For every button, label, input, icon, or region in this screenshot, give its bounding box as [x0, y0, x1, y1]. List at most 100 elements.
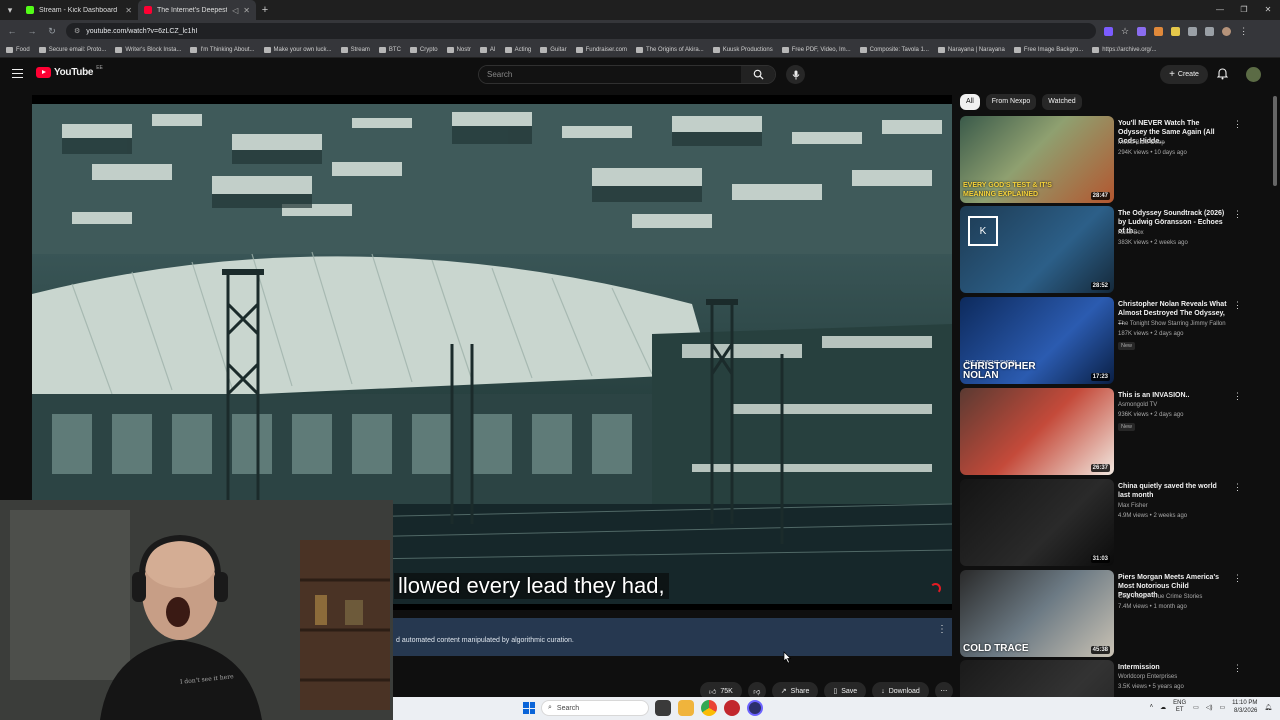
channel-name[interactable]: The Tonight Show Starring Jimmy Fallon [1118, 321, 1226, 327]
bookmark-item[interactable]: Free PDF, Video, Im... [781, 46, 851, 53]
bookmark-item[interactable]: Make your own luck... [263, 46, 332, 53]
bookmark-item[interactable]: Secure email: Proto... [38, 46, 106, 53]
bookmark-item[interactable]: Composite: Tavola 1... [859, 46, 929, 53]
hamburger-menu-icon[interactable] [12, 69, 23, 78]
info-panel-menu-icon[interactable]: ⋮ [937, 624, 947, 635]
close-tab-icon[interactable]: ✕ [125, 6, 132, 15]
video-menu-icon[interactable]: ⋮ [1233, 209, 1242, 220]
search-input[interactable]: Search [479, 66, 741, 83]
bookmark-item[interactable]: Writer's Block Insta... [115, 46, 181, 53]
taskbar-search[interactable]: ⌕ Search [541, 700, 649, 716]
bookmark-item[interactable]: I'm Thinking About... [190, 46, 255, 53]
create-button[interactable]: + Create [1160, 65, 1208, 84]
bookmark-item[interactable]: https://archive.org/... [1092, 46, 1157, 53]
site-info-icon[interactable]: ⚙ [74, 27, 80, 35]
recommended-video[interactable]: 31:03 China quietly saved the world last … [960, 479, 1245, 567]
video-title[interactable]: This is an INVASION.. [1118, 391, 1230, 400]
bookmark-item[interactable]: Nostr [446, 46, 471, 53]
channel-name[interactable]: Kaka Box [1118, 230, 1144, 236]
network-icon[interactable]: ▭ [1193, 704, 1199, 711]
bookmark-item[interactable]: The Origins of Akira... [635, 46, 704, 53]
windows-start-icon[interactable] [523, 702, 535, 714]
bookmark-item[interactable]: Crypto [409, 46, 438, 53]
video-thumbnail[interactable]: COLD TRACE 45:38 [960, 570, 1114, 657]
recommended-video[interactable]: 26:37 This is an INVASION.. Asmongold TV 93… [960, 388, 1245, 476]
browser-menu-icon[interactable]: ⋮ [1239, 26, 1248, 37]
extension-icon[interactable] [1104, 26, 1113, 36]
video-thumbnail[interactable]: THE TONIGHT SHOW CHRISTOPHER NOLAN 17:23 [960, 297, 1114, 384]
recommended-video[interactable]: K 28:52 The Odyssey Soundtrack (2026) by L… [960, 206, 1245, 294]
chip-watched[interactable]: Watched [1042, 94, 1082, 110]
onedrive-icon[interactable]: ☁ [1160, 704, 1166, 711]
voice-search-button[interactable] [786, 65, 805, 84]
minimize-icon[interactable]: — [1208, 0, 1232, 20]
youtube-logo[interactable]: YouTube EE [36, 65, 103, 78]
channel-name[interactable]: Max Fisher [1118, 503, 1148, 509]
extension-icon[interactable] [1137, 26, 1147, 36]
volume-icon[interactable]: ◁) [1206, 704, 1213, 711]
bookmark-item[interactable]: Guitar [540, 46, 567, 53]
recommended-video[interactable]: THE TONIGHT SHOW CHRISTOPHER NOLAN 17:23 Ch… [960, 297, 1245, 385]
video-title[interactable]: Intermission [1118, 663, 1230, 672]
language-indicator[interactable]: ENG ET [1173, 700, 1186, 714]
profile-avatar[interactable] [1222, 26, 1232, 36]
file-explorer-icon[interactable] [678, 700, 694, 716]
battery-icon[interactable]: ▭ [1219, 704, 1225, 711]
maximize-icon[interactable]: ❐ [1232, 0, 1256, 20]
chrome-icon[interactable] [701, 700, 717, 716]
bookmark-item[interactable]: Acting [504, 46, 531, 53]
extension-icon[interactable] [1154, 26, 1164, 36]
channel-name[interactable]: Worldcorp Enterprises [1118, 674, 1177, 680]
channel-name[interactable]: Asmongold TV [1118, 402, 1157, 408]
video-title[interactable]: China quietly saved the world last month [1118, 482, 1230, 500]
video-menu-icon[interactable]: ⋮ [1233, 119, 1242, 130]
chip-all[interactable]: All [960, 94, 980, 110]
channel-name[interactable]: Movie Balls Deep [1118, 140, 1165, 146]
bookmark-item[interactable]: Food [6, 46, 30, 53]
account-avatar[interactable] [1246, 67, 1261, 82]
task-view-icon[interactable] [655, 700, 671, 716]
sidepanel-icon[interactable] [1205, 26, 1215, 36]
recommended-video[interactable]: COLD TRACE 45:38 Piers Morgan Meets Americ… [960, 570, 1245, 658]
recommended-video[interactable]: EVERY GOD'S TEST & IT'S MEANING EXPLAINE… [960, 116, 1245, 204]
tab-youtube-video[interactable]: The Internet's Deepest Rab ◁ ✕ [138, 0, 256, 20]
close-window-icon[interactable]: ✕ [1256, 0, 1280, 20]
bookmark-item[interactable]: AI [479, 46, 496, 53]
video-menu-icon[interactable]: ⋮ [1233, 300, 1242, 311]
extension-icon[interactable] [1171, 26, 1181, 36]
extensions-puzzle-icon[interactable] [1188, 26, 1198, 36]
notification-bell-icon[interactable]: 🔔︎ [1264, 704, 1272, 711]
new-tab-button[interactable]: + [256, 4, 274, 16]
chip-from-channel[interactable]: From Nexpo [985, 94, 1037, 110]
mute-tab-icon[interactable]: ◁ [232, 6, 238, 15]
bookmark-star-icon[interactable]: ☆ [1121, 26, 1129, 37]
video-menu-icon[interactable]: ⋮ [1233, 573, 1242, 584]
notifications-bell-icon[interactable] [1217, 68, 1228, 80]
video-thumbnail[interactable]: EVERY GOD'S TEST & IT'S MEANING EXPLAINE… [960, 116, 1114, 203]
video-menu-icon[interactable]: ⋮ [1233, 391, 1242, 402]
channel-name[interactable]: Cold Trace - True Crime Stories [1118, 594, 1202, 600]
page-scrollbar[interactable] [1273, 96, 1277, 186]
obs-icon[interactable] [747, 700, 763, 716]
bookmark-item[interactable]: BTC [378, 46, 401, 53]
video-thumbnail[interactable]: 26:37 [960, 388, 1114, 475]
video-menu-icon[interactable]: ⋮ [1233, 663, 1242, 674]
close-tab-icon[interactable]: ✕ [243, 6, 250, 15]
back-icon[interactable]: ← [6, 26, 18, 36]
video-thumbnail[interactable]: K 28:52 [960, 206, 1114, 293]
address-bar[interactable]: ⚙ youtube.com/watch?v=6zLCZ_lc1hI [66, 23, 1096, 39]
chevron-up-icon[interactable]: ˄ [1150, 704, 1154, 710]
app-icon[interactable] [724, 700, 740, 716]
bookmark-item[interactable]: Fundraiser.com [575, 46, 627, 53]
bookmark-item[interactable]: Kuusk Productions [712, 46, 773, 53]
reload-icon[interactable]: ↻ [46, 26, 58, 37]
bookmark-item[interactable]: Free Image Backgro... [1013, 46, 1083, 53]
video-menu-icon[interactable]: ⋮ [1233, 482, 1242, 493]
bookmark-item[interactable]: Narayana | Narayana [937, 46, 1005, 53]
forward-icon[interactable]: → [26, 26, 38, 36]
tab-kick-dashboard[interactable]: Stream - Kick Dashboard ✕ [20, 0, 138, 20]
bookmark-item[interactable]: Stream [340, 46, 370, 53]
tab-search-icon[interactable]: ▾ [0, 0, 20, 20]
clock[interactable]: 11:10 PM 8/3/2026 [1232, 699, 1257, 715]
video-thumbnail[interactable]: 31:03 [960, 479, 1114, 566]
